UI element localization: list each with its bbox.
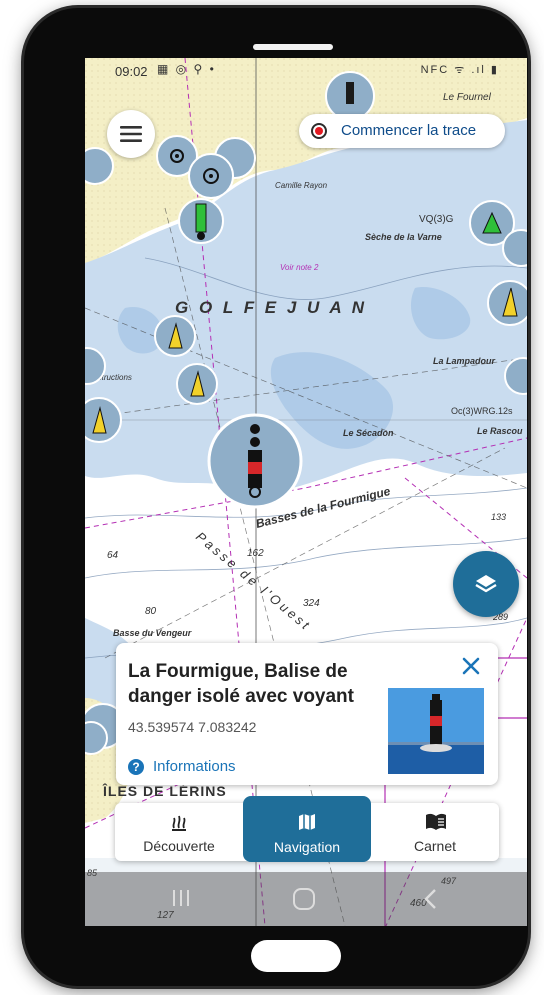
selected-marker-la-fourmigue[interactable] xyxy=(207,413,303,509)
menu-button[interactable] xyxy=(107,110,155,158)
depth-324: 324 xyxy=(303,598,320,609)
depth-133: 133 xyxy=(491,512,506,522)
back-icon[interactable] xyxy=(421,886,439,912)
informations-label: Informations xyxy=(153,758,236,775)
poi-info-card[interactable]: La Fourmigue, Balise de danger isolé ave… xyxy=(116,643,498,785)
map-marker-yellow-2[interactable] xyxy=(176,363,218,405)
depth-162: 162 xyxy=(247,548,264,559)
tab-navigation[interactable]: Navigation xyxy=(243,796,371,862)
poi-photo[interactable] xyxy=(388,688,484,774)
decouverte-icon xyxy=(172,815,186,831)
map-marker-green-beacon[interactable] xyxy=(178,198,224,244)
label-le-secadon: Le Sécadon xyxy=(343,428,394,438)
label-voir-note: Voir note 2 xyxy=(280,263,319,272)
label-camille-rayon: Camille Rayon xyxy=(275,181,328,190)
close-icon[interactable] xyxy=(460,655,482,677)
tab-carnet[interactable]: Carnet xyxy=(371,803,499,861)
label-la-lampadour: La Lampadour xyxy=(433,356,496,366)
help-icon: ? xyxy=(128,759,144,775)
bottom-tab-bar: Découverte Navigation Carnet xyxy=(115,796,499,862)
hamburger-menu-icon xyxy=(120,126,142,142)
label-le-fournel: Le Fournel xyxy=(443,92,492,103)
tab-decouverte-label: Découverte xyxy=(143,838,215,854)
status-signal-icons: NFC ᯤ .ıl ▮ xyxy=(420,64,499,76)
recents-icon[interactable] xyxy=(171,886,191,910)
start-trace-label: Commencer la trace xyxy=(341,122,477,139)
phone-home-button[interactable] xyxy=(251,940,341,972)
status-time: 09:02 xyxy=(115,64,148,79)
label-vq-g: VQ(3)G xyxy=(419,214,454,225)
poi-title: La Fourmigue, Balise de danger isolé ave… xyxy=(128,661,354,707)
label-le-rascou: Le Rascou xyxy=(477,426,523,436)
tab-decouverte[interactable]: Découverte xyxy=(115,803,243,861)
layers-button[interactable] xyxy=(453,551,519,617)
poi-coordinates: 43.539574 7.083242 xyxy=(128,719,257,735)
label-seche-varne: Sèche de la Varne xyxy=(365,232,442,242)
system-navigation-bar xyxy=(85,872,527,926)
map-icon xyxy=(299,814,315,830)
phone-speaker xyxy=(253,44,333,50)
depth-80: 80 xyxy=(145,606,157,617)
book-icon xyxy=(426,813,446,830)
home-nav-icon[interactable] xyxy=(291,886,317,912)
label-oc-wrg: Oc(3)WRG.12s xyxy=(451,406,513,416)
status-bar: 09:02 ▦ ◎ ⚲ • NFC ᯤ .ıl ▮ xyxy=(85,58,527,84)
start-trace-button[interactable]: Commencer la trace xyxy=(299,114,505,148)
layers-icon xyxy=(475,575,497,593)
status-notification-icons: ▦ ◎ ⚲ • xyxy=(157,62,216,76)
map-marker-yellow-1[interactable] xyxy=(154,315,196,357)
tab-carnet-label: Carnet xyxy=(413,838,457,854)
record-icon xyxy=(311,123,327,139)
depth-64: 64 xyxy=(107,550,119,561)
tab-navigation-label: Navigation xyxy=(273,839,341,855)
app-screen: Le Fournel VQ(3)G Sèche de la Varne G O … xyxy=(85,58,527,926)
label-basse-vengeur: Basse du Vengeur xyxy=(113,628,192,638)
label-golfe-juan: G O L F E J U A N xyxy=(175,298,367,317)
phone-frame: Le Fournel VQ(3)G Sèche de la Varne G O … xyxy=(24,8,528,986)
